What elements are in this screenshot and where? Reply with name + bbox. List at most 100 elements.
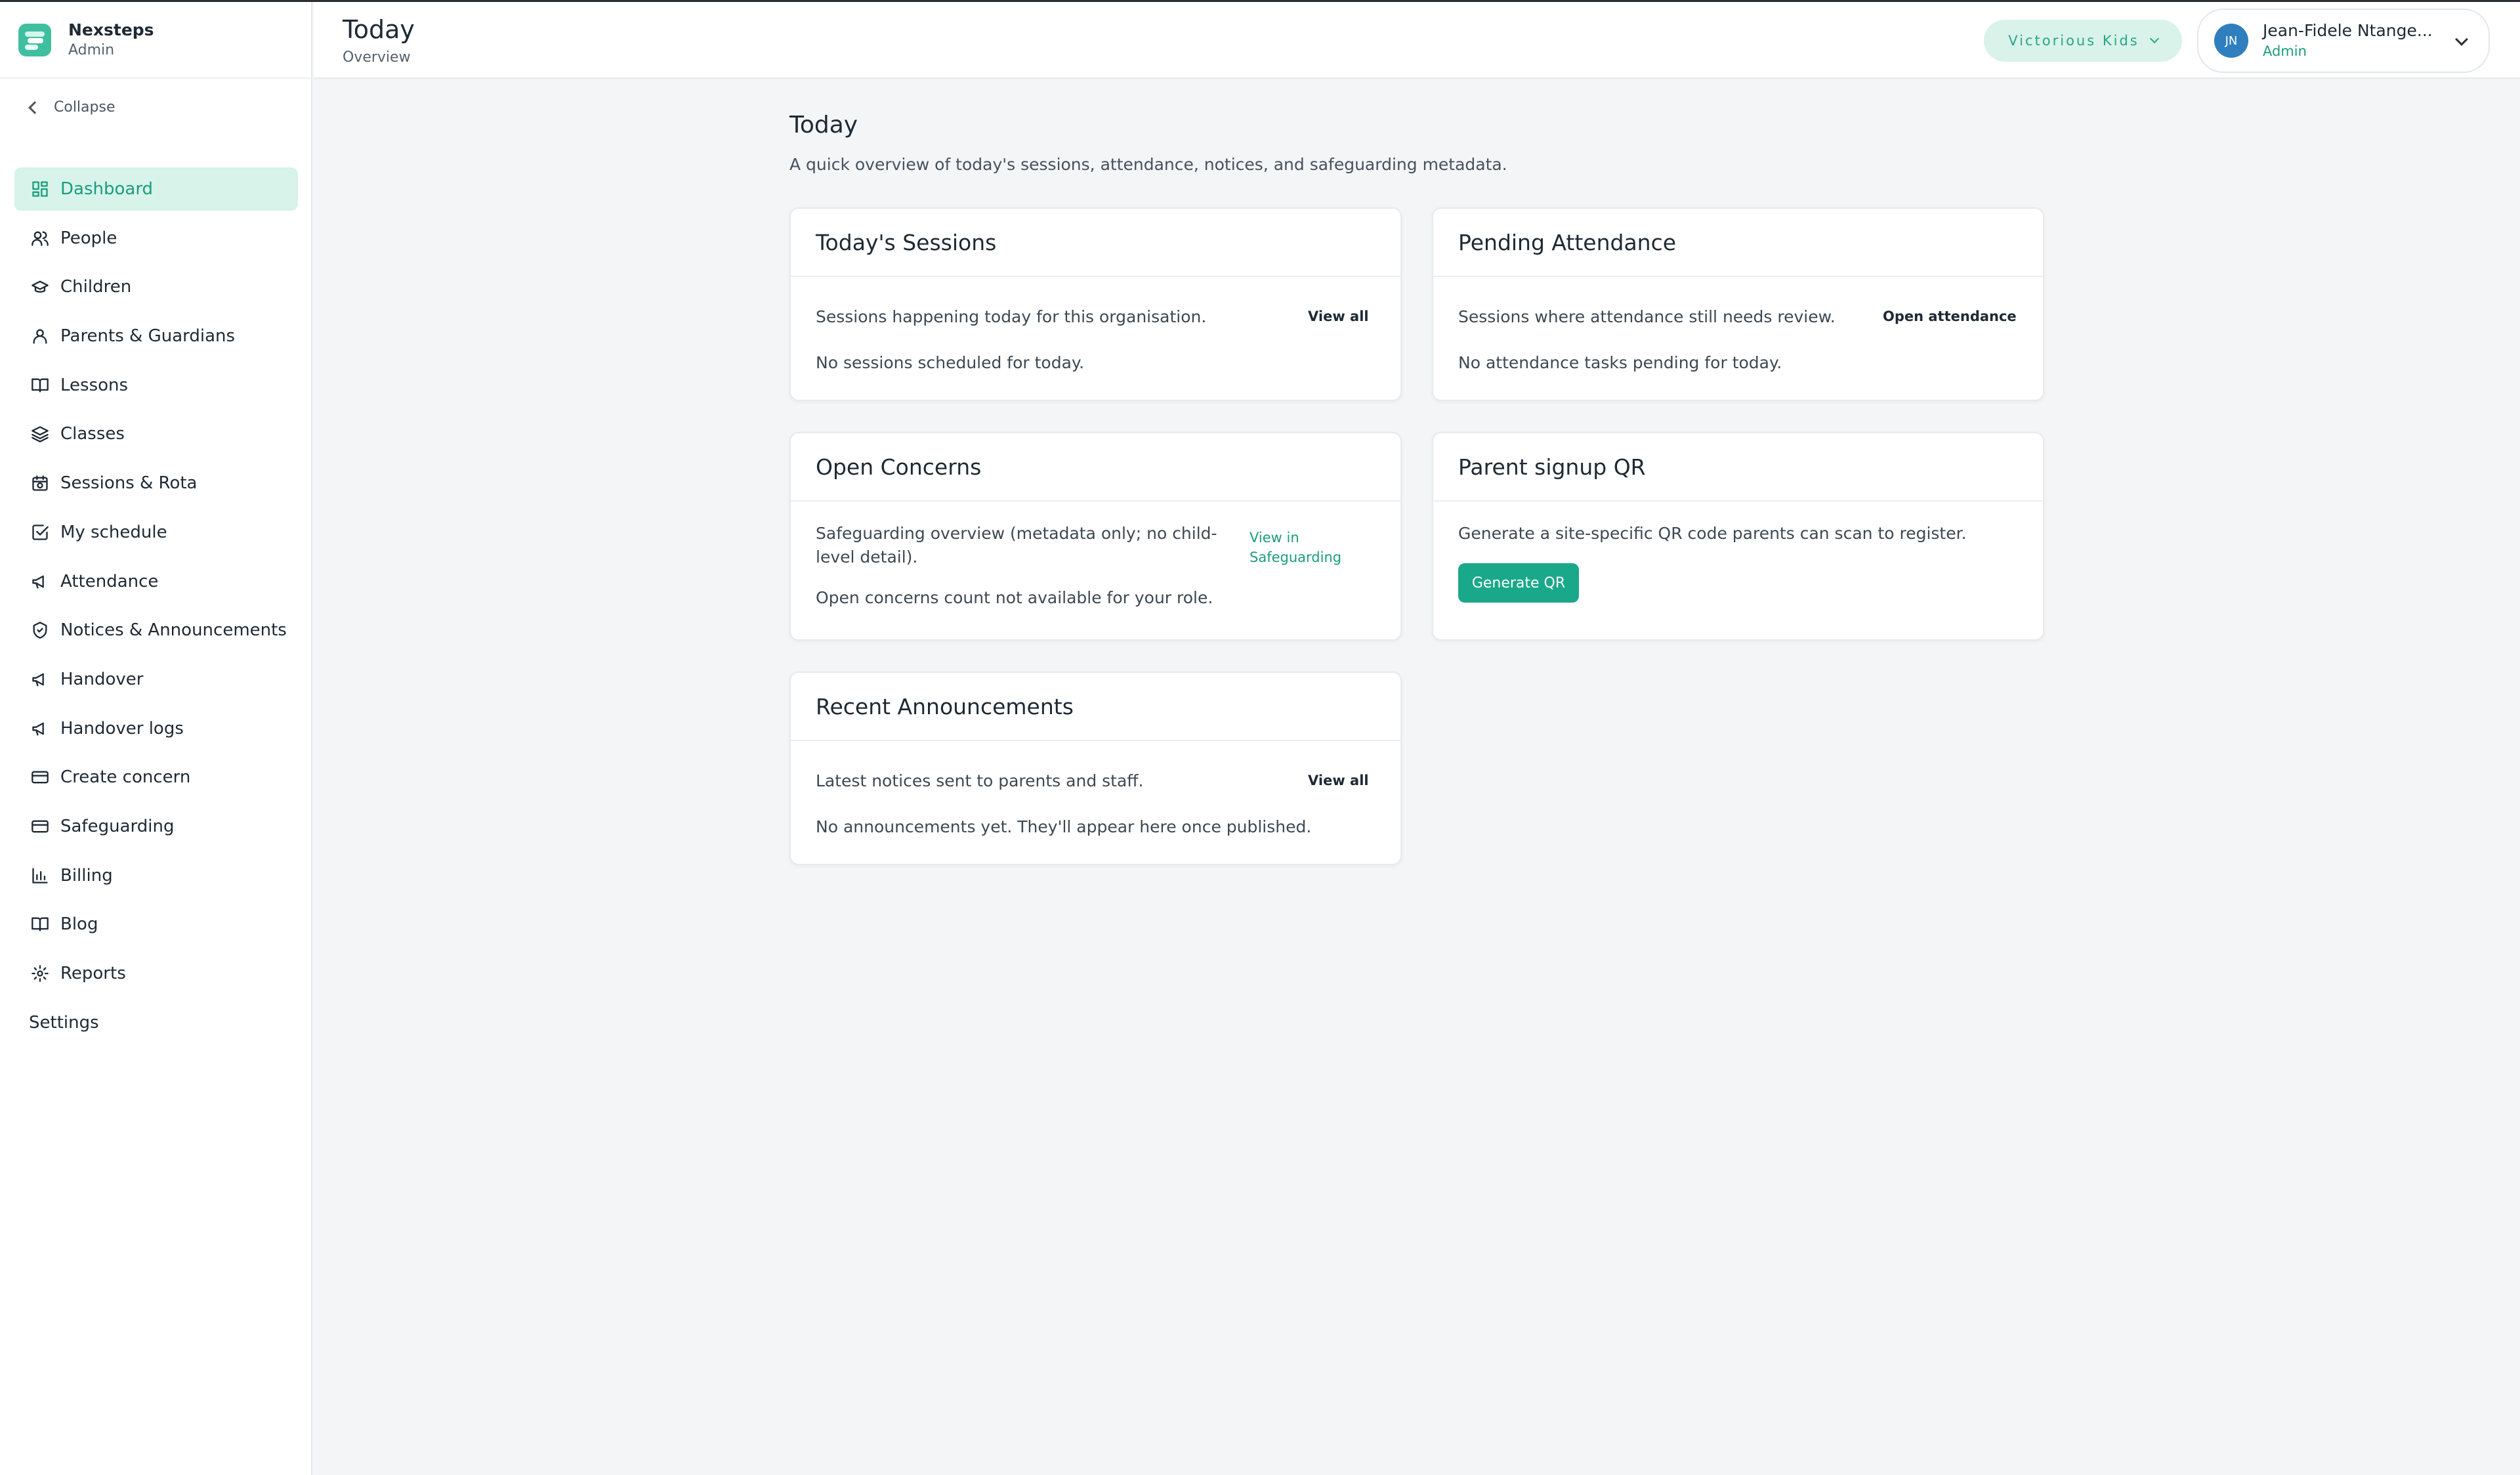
- page-title: Today: [343, 15, 415, 44]
- collapse-label: Collapse: [54, 99, 116, 116]
- card-title: Today's Sessions: [816, 229, 997, 255]
- brand-name: Nexsteps: [68, 20, 154, 39]
- card-title: Pending Attendance: [1458, 229, 1677, 255]
- card-header: Parent signup QR: [1433, 433, 2043, 502]
- sidebar-item-label: Classes: [60, 424, 125, 444]
- sidebar-item-label: Handover logs: [60, 718, 184, 738]
- view-in-safeguarding-link[interactable]: View in Safeguarding: [1250, 528, 1341, 567]
- user-name: Jean-Fidele Ntange...: [2263, 21, 2433, 40]
- view-all-announcements-link[interactable]: View all: [1308, 773, 1369, 788]
- card-title: Parent signup QR: [1458, 454, 1646, 480]
- card-header: Today's Sessions: [791, 209, 1400, 277]
- link-line: View in: [1250, 530, 1299, 545]
- gear-icon: [30, 964, 50, 983]
- card-header: Recent Announcements: [791, 673, 1400, 741]
- sidebar-item-settings[interactable]: Settings: [14, 1001, 298, 1044]
- open-attendance-link[interactable]: Open attendance: [1883, 309, 2017, 324]
- sidebar-item-safeguarding[interactable]: Safeguarding: [14, 805, 298, 848]
- todays-sessions-card: Today's Sessions Sessions happening toda…: [789, 207, 1402, 401]
- sidebar-item-dashboard[interactable]: Dashboard: [14, 167, 298, 211]
- chevron-left-icon: [28, 100, 41, 114]
- description-line: level detail).: [816, 547, 918, 566]
- chevron-down-icon: [2455, 33, 2468, 46]
- main-title: Today: [789, 112, 858, 139]
- brand-text: Nexsteps Admin: [68, 20, 154, 60]
- empty-state: No announcements yet. They'll appear her…: [816, 817, 1312, 836]
- megaphone-icon: [30, 572, 50, 591]
- sidebar-item-label: Sessions & Rota: [60, 473, 198, 494]
- sidebar: Nexsteps Admin Collapse Dashboard People…: [0, 2, 312, 1475]
- user-role: Admin: [2263, 43, 2307, 59]
- sidebar-item-label: Create concern: [60, 767, 191, 788]
- megaphone-icon: [30, 719, 50, 738]
- sidebar-item-classes[interactable]: Classes: [14, 412, 298, 456]
- sidebar-item-billing[interactable]: Billing: [14, 854, 298, 897]
- bar-chart-icon: [30, 866, 50, 886]
- sidebar-item-label: Children: [60, 277, 132, 297]
- page-subtitle: Overview: [343, 49, 411, 66]
- sidebar-item-label: Safeguarding: [60, 816, 175, 836]
- card-title: Open Concerns: [816, 454, 982, 480]
- org-name: Victorious Kids: [2008, 33, 2139, 49]
- user-menu[interactable]: JN Jean-Fidele Ntange... Admin: [2197, 9, 2490, 73]
- main-description: A quick overview of today's sessions, at…: [789, 155, 1507, 174]
- grid-icon: [30, 179, 50, 199]
- org-switcher[interactable]: Victorious Kids: [1984, 20, 2182, 62]
- users-icon: [30, 228, 50, 248]
- shield-icon: [30, 620, 50, 640]
- sidebar-item-label: People: [60, 228, 117, 248]
- user-icon: [30, 326, 50, 346]
- sidebar-item-lessons[interactable]: Lessons: [14, 364, 298, 407]
- card-description: Latest notices sent to parents and staff…: [816, 771, 1144, 790]
- view-all-sessions-link[interactable]: View all: [1308, 309, 1369, 324]
- parent-signup-qr-card: Parent signup QR Generate a site-specifi…: [1432, 432, 2044, 641]
- sidebar-item-people[interactable]: People: [14, 217, 298, 260]
- open-concerns-card: Open Concerns Safeguarding overview (met…: [789, 432, 1402, 641]
- sidebar-item-parents-guardians[interactable]: Parents & Guardians: [14, 314, 298, 358]
- book-icon: [30, 375, 50, 395]
- sidebar-item-attendance[interactable]: Attendance: [14, 560, 298, 603]
- brand[interactable]: Nexsteps Admin: [0, 2, 311, 79]
- sidebar-item-label: My schedule: [60, 522, 167, 542]
- sidebar-item-blog[interactable]: Blog: [14, 903, 298, 946]
- sidebar-item-handover[interactable]: Handover: [14, 658, 298, 701]
- book-icon: [30, 914, 50, 934]
- sidebar-item-sessions-rota[interactable]: Sessions & Rota: [14, 461, 298, 505]
- megaphone-icon: [30, 670, 50, 689]
- sidebar-item-label: Reports: [60, 964, 126, 983]
- description-line: Safeguarding overview (metadata only; no…: [816, 524, 1217, 543]
- empty-state: No attendance tasks pending for today.: [1458, 353, 1782, 372]
- collapse-button[interactable]: Collapse: [26, 99, 116, 116]
- card-header: Open Concerns: [791, 433, 1400, 502]
- sidebar-item-notices-announcements[interactable]: Notices & Announcements: [14, 609, 298, 652]
- empty-state: No sessions scheduled for today.: [816, 353, 1085, 372]
- sidebar-item-label: Blog: [60, 914, 98, 935]
- nexsteps-logo-icon: [18, 23, 51, 56]
- sidebar-item-my-schedule[interactable]: My schedule: [14, 511, 298, 554]
- graduation-cap-icon: [30, 277, 50, 297]
- card-icon: [30, 817, 50, 836]
- sidebar-item-label: Notices & Announcements: [60, 620, 287, 641]
- brand-role: Admin: [68, 41, 115, 58]
- sidebar-item-label: Handover: [60, 669, 144, 689]
- card-icon: [30, 767, 50, 787]
- check-square-icon: [30, 523, 50, 542]
- recent-announcements-card: Recent Announcements Latest notices sent…: [789, 672, 1402, 865]
- link-line: Safeguarding: [1250, 549, 1342, 565]
- chevron-down-icon: [2149, 33, 2159, 44]
- top-header: Today Overview Victorious Kids JN Jean-F…: [314, 2, 2520, 79]
- card-description: Sessions where attendance still needs re…: [1458, 307, 1836, 326]
- sidebar-item-reports[interactable]: Reports: [14, 952, 298, 995]
- sidebar-item-label: Billing: [60, 865, 113, 886]
- card-description: Safeguarding overview (metadata only; no…: [816, 522, 1217, 569]
- sidebar-item-handover-logs[interactable]: Handover logs: [14, 707, 298, 750]
- card-description: Sessions happening today for this organi…: [816, 307, 1207, 326]
- generate-qr-button[interactable]: Generate QR: [1458, 563, 1579, 603]
- sidebar-item-label: Settings: [29, 1012, 99, 1033]
- card-description: Generate a site-specific QR code parents…: [1458, 524, 1967, 543]
- pending-attendance-card: Pending Attendance Sessions where attend…: [1432, 207, 2044, 401]
- sidebar-item-create-concern[interactable]: Create concern: [14, 756, 298, 799]
- sidebar-item-label: Attendance: [60, 571, 159, 591]
- card-title: Recent Announcements: [816, 693, 1074, 719]
- sidebar-item-children[interactable]: Children: [14, 265, 298, 309]
